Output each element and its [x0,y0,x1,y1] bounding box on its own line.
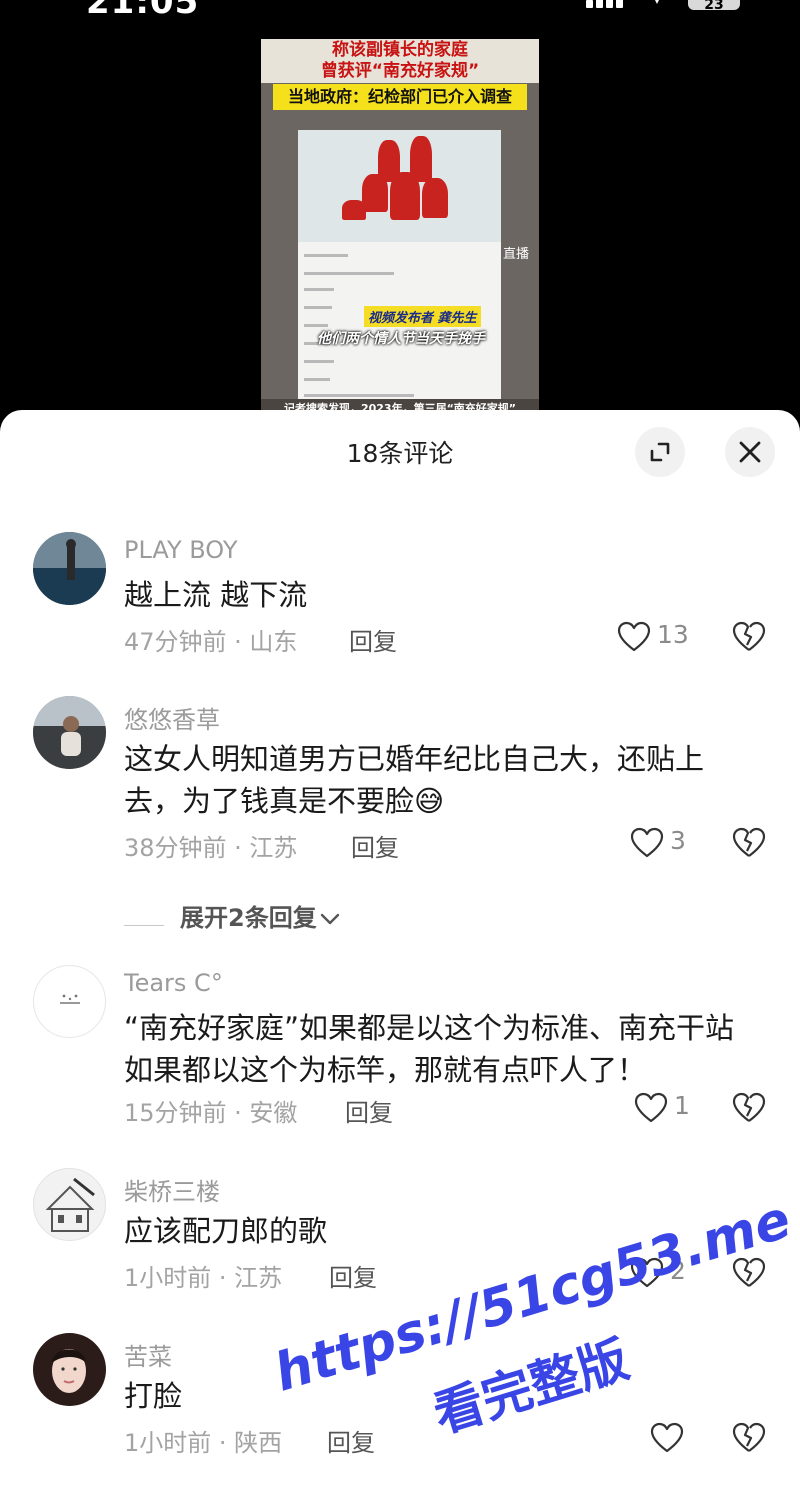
comment-text: 这女人明知道男方已婚年纪比自己大，还贴上去，为了钱真是不要脸😅 [124,742,705,818]
wifi-icon [650,0,664,4]
status-bar: 21:05 23 [0,0,800,22]
like-button[interactable]: 1 [634,1090,724,1124]
heart-icon [650,1422,684,1453]
divider [124,925,164,926]
avatar[interactable] [33,532,106,605]
video-subheadline: 当地政府：纪检部门已介入调查 [273,84,527,110]
video-player[interactable]: 称该副镇长的家庭 曾获评“南充好家规” 当地政府：纪检部门已介入调查 视频发布者… [261,39,539,419]
comment-time-location: 1小时前 · 江苏 [124,1264,283,1292]
video-caption-publisher: 视频发布者 龚先生 [364,306,481,327]
comment-item: Tears C° “南充好家庭”如果都是以这个为标准、南充干站如果都以这个为标竿… [0,965,800,1135]
comment-time-location: 47分钟前 · 山东 [124,628,298,656]
dislike-button[interactable] [732,1092,766,1126]
like-count: 13 [657,620,689,649]
broken-heart-icon [732,1422,766,1452]
dislike-button[interactable] [732,621,766,655]
reply-button[interactable]: 回复 [349,622,397,657]
comment-username[interactable]: 苦菜 [124,1337,172,1372]
close-button[interactable] [725,427,775,477]
comment-item: PLAY BOY 越上流 越下流 47分钟前 · 山东 回复 13 [0,532,800,662]
avatar[interactable] [33,696,106,769]
heart-icon [617,621,651,652]
comment-text: “南充好家庭”如果都是以这个为标准、南充干站如果都以这个为标竿，那就有点吓人了！ [124,1011,735,1087]
comment-username[interactable]: Tears C° [124,969,223,997]
like-button[interactable] [650,1420,740,1454]
heart-icon [634,1092,668,1123]
expand-replies-label: 展开2条回复 [180,898,341,933]
comment-time-location: 15分钟前 · 安徽 [124,1099,298,1127]
broken-heart-icon [732,621,766,651]
avatar[interactable] [33,965,106,1038]
heart-icon [630,827,664,858]
chevron-down-icon [320,913,339,925]
fullscreen-button[interactable] [635,427,685,477]
expand-icon [650,442,670,462]
family-photo [298,130,501,242]
cellular-signal-icon [586,0,628,8]
broken-heart-icon [732,1092,766,1122]
battery-icon: 23 [688,0,740,13]
dislike-button[interactable] [732,1422,766,1456]
reply-button[interactable]: 回复 [345,1093,393,1128]
like-button[interactable]: 3 [630,825,720,859]
broken-heart-icon [732,827,766,857]
comment-time-location: 38分钟前 · 江苏 [124,834,298,862]
comment-username[interactable]: PLAY BOY [124,536,238,564]
like-count: 1 [674,1091,690,1120]
comment-item: 悠悠香草 这女人明知道男方已婚年纪比自己大，还贴上去，为了钱真是不要脸😅 38分… [0,696,800,866]
video-headline: 称该副镇长的家庭 曾获评“南充好家规” [261,39,539,83]
status-time: 21:05 [86,0,200,22]
close-icon [739,441,761,463]
comment-time-location: 1小时前 · 陕西 [124,1429,283,1457]
live-label: 直播 [503,247,530,262]
comment-text: 越上流 越下流 [124,578,308,612]
reply-button[interactable]: 回复 [351,828,399,863]
dislike-button[interactable] [732,827,766,861]
avatar[interactable] [33,1168,106,1241]
like-count: 3 [670,826,686,855]
comment-username[interactable]: 悠悠香草 [124,700,220,735]
document-image [298,130,501,419]
avatar[interactable] [33,1333,106,1406]
video-caption-quote: 他们两个情人节当天手挽手 [317,331,485,347]
comment-username[interactable]: 柴桥三楼 [124,1172,220,1207]
like-button[interactable]: 13 [617,619,707,653]
